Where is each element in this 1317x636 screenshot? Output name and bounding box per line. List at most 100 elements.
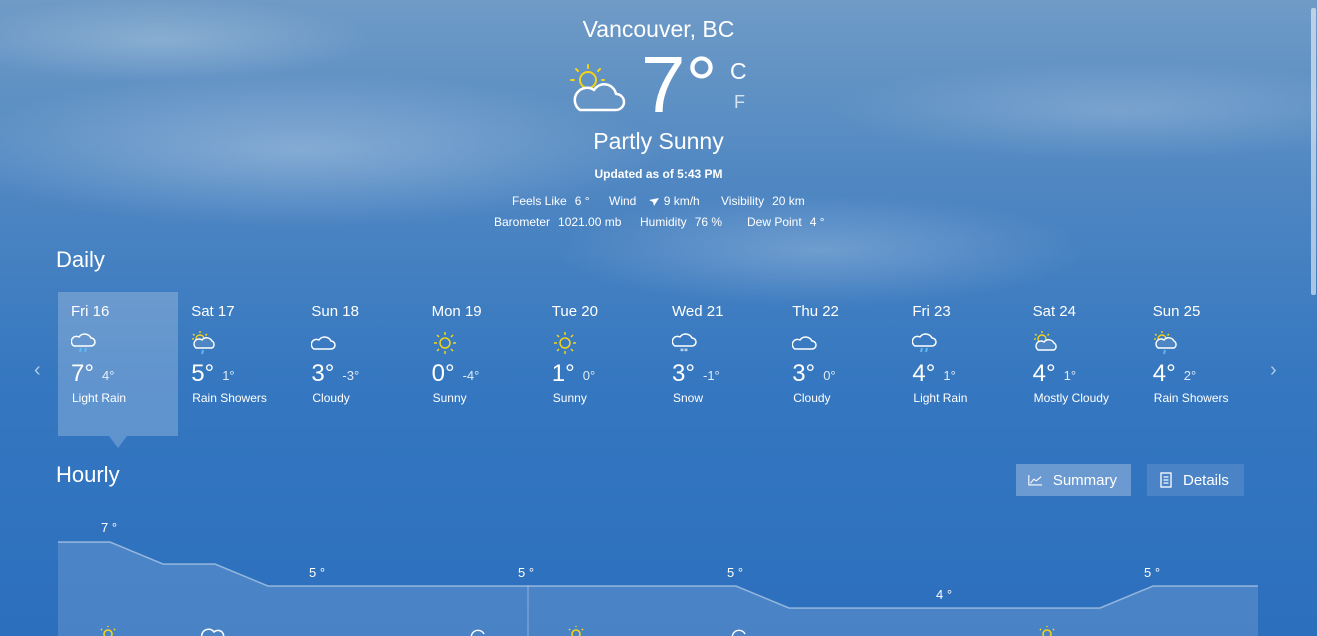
daily-card[interactable]: Fri 23 4° 1° Light Rain bbox=[899, 292, 1019, 436]
daily-card[interactable]: Fri 16 7° 4° Light Rain bbox=[58, 292, 178, 436]
svg-text:**: ** bbox=[680, 347, 688, 356]
current-temperature: 7° bbox=[641, 40, 718, 129]
cloud-icon bbox=[311, 336, 337, 350]
day-condition: Rain Showers bbox=[192, 391, 267, 405]
day-condition: Mostly Cloudy bbox=[1033, 391, 1109, 405]
wind-direction-icon bbox=[648, 197, 659, 206]
hourly-temp-label: 7 ° bbox=[101, 520, 118, 535]
selected-day-pointer bbox=[109, 436, 127, 448]
day-condition: Light Rain bbox=[913, 391, 968, 405]
humidity: Humidity 76 % bbox=[640, 215, 722, 229]
summary-button[interactable]: Summary bbox=[1016, 464, 1131, 496]
partly-sunny-icon bbox=[570, 64, 626, 112]
feels-like: Feels Like 6 ° bbox=[512, 194, 590, 208]
hourly-temp-label: 5 ° bbox=[309, 565, 326, 580]
day-low: -4° bbox=[462, 368, 480, 383]
day-low: 1° bbox=[943, 368, 956, 383]
day-condition: Cloudy bbox=[793, 391, 831, 405]
day-name: Wed 21 bbox=[672, 303, 724, 320]
sun-rain-icon bbox=[192, 331, 215, 355]
hourly-area bbox=[58, 542, 1258, 636]
sun-rain-icon bbox=[1153, 331, 1177, 355]
sun-icon bbox=[433, 332, 456, 354]
daily-card[interactable]: Sat 24 4° 1° Mostly Cloudy bbox=[1020, 292, 1140, 436]
hourly-temp-label: 4 ° bbox=[936, 587, 953, 602]
day-high: 4° bbox=[912, 360, 936, 387]
day-high: 3° bbox=[311, 360, 335, 387]
day-name: Sat 24 bbox=[1032, 303, 1076, 320]
day-name: Fri 23 bbox=[912, 303, 951, 320]
day-low: 0° bbox=[582, 368, 596, 383]
day-condition: Light Rain bbox=[72, 391, 127, 405]
hourly-temp-label: 5 ° bbox=[727, 565, 744, 580]
day-high: 5° bbox=[191, 360, 215, 387]
day-high: 4° bbox=[1032, 360, 1056, 387]
dew-point-value: 4 ° bbox=[809, 215, 825, 229]
day-high: 3° bbox=[672, 360, 695, 387]
hourly-title: Hourly bbox=[56, 462, 120, 487]
day-name: Tue 20 bbox=[551, 303, 598, 320]
wind-label: Wind bbox=[609, 194, 637, 208]
hourly-temp-label: 5 ° bbox=[1144, 565, 1161, 580]
day-low: 1° bbox=[222, 368, 235, 383]
day-low: 1° bbox=[1063, 368, 1077, 383]
unit-celsius[interactable]: C bbox=[730, 58, 747, 85]
dew-point-label: Dew Point bbox=[747, 215, 802, 229]
details-button[interactable]: Details bbox=[1147, 464, 1244, 496]
day-name: Sat 17 bbox=[191, 303, 235, 320]
details-label: Details bbox=[1183, 471, 1229, 489]
day-high: 1° bbox=[551, 360, 575, 387]
day-name: Thu 22 bbox=[792, 303, 839, 320]
dew-point: Dew Point 4 ° bbox=[747, 215, 825, 229]
day-name: Mon 19 bbox=[431, 303, 482, 320]
summary-label: Summary bbox=[1052, 471, 1117, 489]
day-condition: Cloudy bbox=[312, 391, 350, 405]
daily-card[interactable]: Mon 19 0° -4° Sunny bbox=[419, 292, 539, 436]
daily-next-arrow-icon[interactable]: › bbox=[1270, 359, 1277, 382]
line-chart-icon bbox=[1028, 475, 1042, 486]
rain-icon bbox=[71, 333, 96, 353]
cloud-icon bbox=[792, 336, 817, 350]
sun-icon bbox=[553, 332, 576, 354]
hourly-temperature-graph bbox=[58, 541, 1258, 636]
daily-card[interactable]: Tue 20 1° 0° Sunny bbox=[539, 292, 659, 436]
feels-like-label: Feels Like bbox=[512, 194, 567, 208]
daily-title: Daily bbox=[56, 247, 105, 272]
rain-icon bbox=[912, 333, 938, 353]
barometer-label: Barometer bbox=[494, 215, 551, 229]
daily-card[interactable]: Sat 17 5° 1° Rain Showers bbox=[178, 292, 298, 436]
document-icon bbox=[1160, 472, 1172, 488]
day-condition: Sunny bbox=[432, 391, 467, 405]
day-high: 0° bbox=[431, 360, 455, 387]
humidity-label: Humidity bbox=[640, 215, 687, 229]
feels-like-value: 6 ° bbox=[574, 194, 590, 208]
current-condition: Partly Sunny bbox=[593, 128, 724, 154]
wind: Wind 9 km/h bbox=[609, 194, 700, 208]
day-low: 2° bbox=[1183, 368, 1197, 383]
location-title: Vancouver, BC bbox=[582, 16, 735, 42]
day-name: Sun 18 bbox=[311, 303, 359, 320]
daily-card[interactable]: Sun 18 3° -3° Cloudy bbox=[298, 292, 418, 436]
updated-time: Updated as of 5:43 PM bbox=[594, 167, 723, 181]
day-condition: Rain Showers bbox=[1153, 391, 1229, 405]
day-low: 0° bbox=[823, 368, 836, 383]
barometer: Barometer 1021.00 mb bbox=[494, 215, 621, 229]
visibility: Visibility 20 km bbox=[721, 194, 805, 208]
day-name: Sun 25 bbox=[1152, 303, 1201, 320]
barometer-value: 1021.00 mb bbox=[558, 215, 622, 229]
day-high: 7° bbox=[71, 360, 94, 387]
visibility-value: 20 km bbox=[772, 194, 805, 208]
snow-icon: ** bbox=[672, 333, 697, 356]
daily-prev-arrow-icon[interactable]: ‹ bbox=[34, 359, 41, 382]
daily-card[interactable]: Wed 21 ** 3° -1° Snow bbox=[659, 292, 779, 436]
day-condition: Snow bbox=[673, 391, 704, 405]
hourly-temp-label: 5 ° bbox=[518, 565, 535, 580]
unit-fahrenheit[interactable]: F bbox=[734, 92, 745, 113]
daily-card[interactable]: Thu 22 3° 0° Cloudy bbox=[779, 292, 899, 436]
daily-card[interactable]: Sun 25 4° 2° Rain Showers bbox=[1140, 292, 1260, 436]
day-high: 3° bbox=[792, 360, 816, 387]
sun-cloud-icon bbox=[1033, 331, 1057, 351]
day-low: -1° bbox=[703, 368, 720, 383]
wind-value: 9 km/h bbox=[663, 194, 700, 208]
day-high: 4° bbox=[1152, 360, 1176, 387]
